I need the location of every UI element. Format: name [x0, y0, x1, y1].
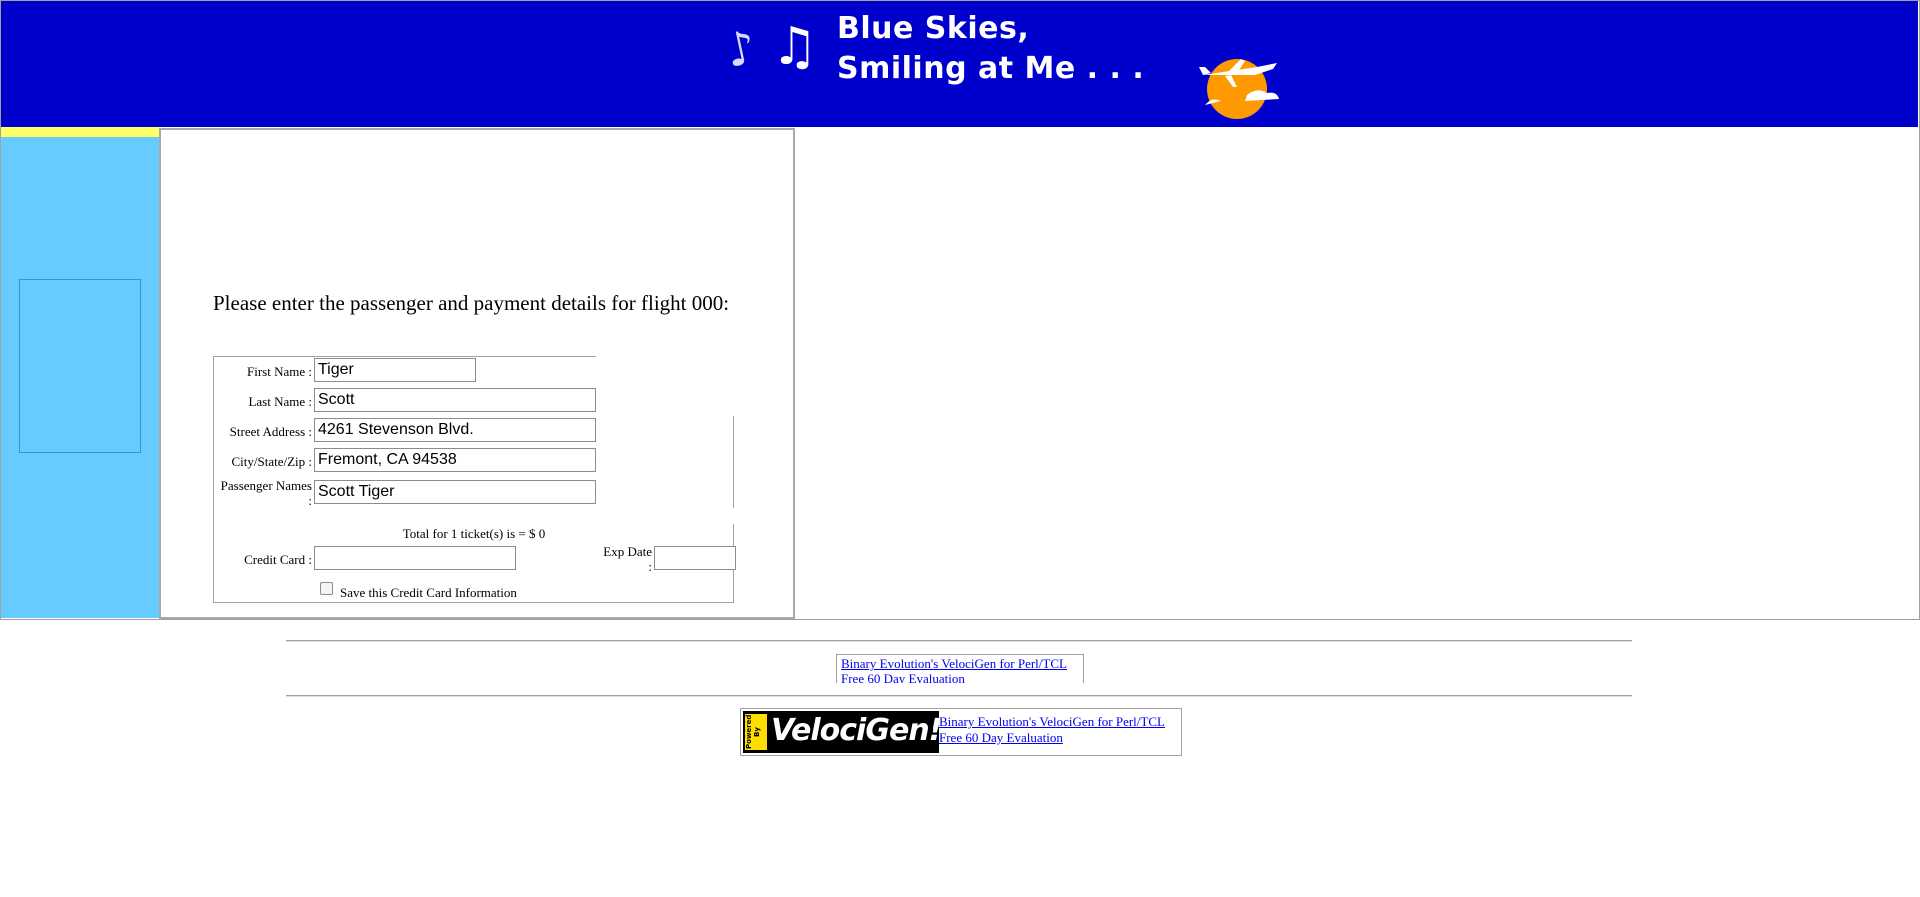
total-price: Total for 1 ticket(s) is = $ 0 [402, 526, 546, 541]
banner-title: Blue Skies, Smiling at Me . . . [837, 9, 1144, 89]
form-intro: Please enter the passenger and payment d… [213, 291, 730, 315]
velocigen-link-2[interactable]: Binary Evolution's VelociGen for Perl/TC… [939, 714, 1165, 730]
sidebar [1, 127, 159, 618]
header-banner: ♪♫ Blue Skies, Smiling at Me . . . [1, 1, 1918, 127]
velocigen-link[interactable]: Binary Evolution's VelociGen for Perl/TC… [841, 656, 1083, 671]
first-name-field[interactable]: Tiger [314, 358, 476, 382]
city-state-zip-field[interactable]: Fremont, CA 94538 [314, 448, 596, 472]
passenger-names-field[interactable]: Scott Tiger [314, 480, 596, 504]
velocigen-logo[interactable]: Powered By VelociGen! [743, 711, 942, 753]
last-name-field[interactable]: Scott [314, 388, 596, 412]
passenger-names-label: Passenger Names : [220, 478, 312, 508]
velocigen-ad-banner: Powered By VelociGen! Binary Evolution's… [740, 708, 1182, 756]
booking-form: First Name : Tiger Last Name : Scott Str… [213, 356, 736, 603]
street-address-field[interactable]: 4261 Stevenson Blvd. [314, 418, 596, 442]
divider-top [286, 640, 1632, 642]
credit-card-field[interactable] [314, 546, 516, 570]
save-card-checkbox[interactable] [320, 582, 333, 595]
booking-form-frame: Please enter the passenger and payment d… [159, 128, 795, 619]
street-address-label: Street Address : [229, 424, 312, 439]
banner-title-line1: Blue Skies, [837, 11, 1030, 46]
music-notes-icon: ♪♫ [720, 17, 824, 79]
sidebar-decoration [1, 127, 159, 137]
evaluation-link-2[interactable]: Free 60 Day Evaluation [939, 730, 1165, 746]
exp-date-field[interactable] [654, 546, 736, 570]
velocigen-wordmark: VelociGen! [771, 713, 942, 748]
sun-airplane-icon [1199, 59, 1279, 119]
sidebar-panel [19, 279, 141, 453]
city-state-zip-label: City/State/Zip : [231, 454, 312, 469]
velocigen-ad-links: Binary Evolution's VelociGen for Perl/TC… [939, 714, 1165, 746]
exp-date-label: Exp Date : [603, 544, 652, 574]
divider-bottom [286, 695, 1632, 697]
evaluation-link[interactable]: Free 60 Day Evaluation [841, 671, 1083, 683]
first-name-label: First Name : [247, 364, 312, 379]
velocigen-ad-text: Binary Evolution's VelociGen for Perl/TC… [836, 654, 1084, 683]
powered-by-badge: Powered By [745, 714, 767, 750]
last-name-label: Last Name : [248, 394, 312, 409]
credit-card-label: Credit Card : [244, 552, 312, 567]
save-card-label: Save this Credit Card Information [340, 585, 517, 600]
banner-title-line2: Smiling at Me . . . [837, 51, 1145, 86]
